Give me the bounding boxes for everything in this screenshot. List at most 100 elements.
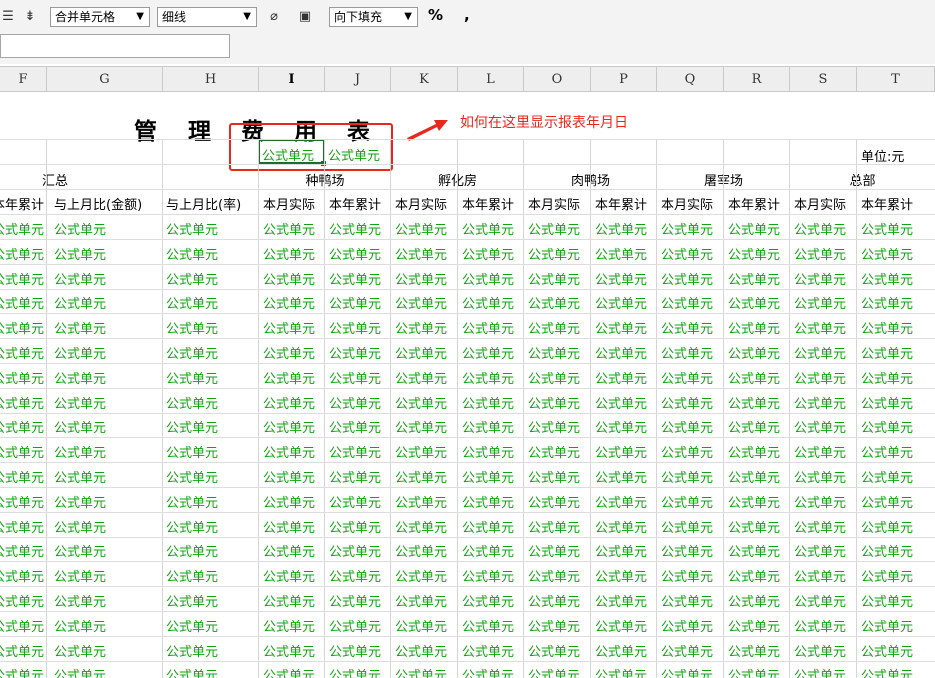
- formula-cell[interactable]: 公式单元: [462, 368, 514, 387]
- formula-cell[interactable]: 公式单元: [528, 219, 580, 238]
- formula-cell[interactable]: 公式单元: [395, 318, 447, 337]
- formula-cell[interactable]: 公式单元: [595, 492, 647, 511]
- formula-cell[interactable]: 公式单元: [794, 566, 846, 585]
- formula-cell[interactable]: 公式单元: [166, 244, 218, 263]
- formula-cell[interactable]: 公式单元: [395, 541, 447, 560]
- merge-cells-select[interactable]: 合并单元格 ▼: [50, 7, 150, 27]
- formula-cell[interactable]: 公式单元: [528, 293, 580, 312]
- formula-cell[interactable]: 公式单元: [794, 492, 846, 511]
- formula-cell[interactable]: 公式单元: [329, 393, 381, 412]
- formula-cell[interactable]: 公式单元: [54, 641, 106, 660]
- formula-cell[interactable]: 公式单元: [0, 417, 44, 436]
- formula-cell[interactable]: 公式单元: [395, 393, 447, 412]
- formula-cell[interactable]: 公式单元: [661, 467, 713, 486]
- formula-cell[interactable]: 公式单元: [395, 665, 447, 678]
- formula-cell[interactable]: 公式单元: [0, 566, 44, 585]
- formula-cell[interactable]: 公式单元: [861, 219, 913, 238]
- column-header[interactable]: R: [724, 67, 790, 92]
- formula-cell[interactable]: 公式单元: [728, 541, 780, 560]
- formula-cell[interactable]: 公式单元: [528, 269, 580, 288]
- formula-cell[interactable]: 公式单元: [54, 368, 106, 387]
- formula-cell[interactable]: 公式单元: [728, 293, 780, 312]
- formula-cell[interactable]: 公式单元: [263, 368, 315, 387]
- formula-cell[interactable]: 公式单元: [329, 442, 381, 461]
- formula-cell[interactable]: 公式单元: [0, 517, 44, 536]
- formula-cell[interactable]: 公式单元: [728, 517, 780, 536]
- formula-cell[interactable]: 公式单元: [861, 492, 913, 511]
- formula-cell[interactable]: 公式单元: [528, 492, 580, 511]
- formula-cell[interactable]: 公式单元: [462, 343, 514, 362]
- formula-cell[interactable]: 公式单元: [395, 293, 447, 312]
- formula-cell[interactable]: 公式单元: [462, 566, 514, 585]
- formula-cell[interactable]: 公式单元: [462, 641, 514, 660]
- column-header[interactable]: P: [591, 67, 657, 92]
- column-header[interactable]: K: [391, 67, 458, 92]
- formula-cell[interactable]: 公式单元: [528, 368, 580, 387]
- formula-cell[interactable]: 公式单元: [54, 467, 106, 486]
- formula-cell[interactable]: 公式单元: [528, 442, 580, 461]
- formula-cell[interactable]: 公式单元: [263, 393, 315, 412]
- formula-cell[interactable]: 公式单元: [263, 318, 315, 337]
- formula-cell[interactable]: 公式单元: [661, 368, 713, 387]
- formula-cell[interactable]: 公式单元: [0, 219, 44, 238]
- formula-cell[interactable]: 公式单元: [395, 368, 447, 387]
- formula-cell[interactable]: 公式单元: [794, 343, 846, 362]
- formula-cell[interactable]: 公式单元: [528, 467, 580, 486]
- formula-cell[interactable]: 公式单元: [728, 467, 780, 486]
- formula-cell[interactable]: 公式单元: [395, 492, 447, 511]
- fill-direction-select[interactable]: 向下填充 ▼: [329, 7, 418, 27]
- formula-cell[interactable]: 公式单元: [861, 591, 913, 610]
- formula-cell[interactable]: 公式单元: [329, 665, 381, 678]
- formula-cell[interactable]: 公式单元: [595, 541, 647, 560]
- paint-format-icon[interactable]: ▣: [297, 8, 313, 24]
- formula-cell[interactable]: 公式单元: [728, 269, 780, 288]
- formula-cell[interactable]: 公式单元: [263, 665, 315, 678]
- formula-cell[interactable]: 公式单元: [166, 417, 218, 436]
- formula-cell[interactable]: 公式单元: [0, 591, 44, 610]
- formula-cell[interactable]: 公式单元: [528, 665, 580, 678]
- formula-cell[interactable]: 公式单元: [166, 293, 218, 312]
- formula-cell[interactable]: 公式单元: [528, 393, 580, 412]
- formula-cell[interactable]: 公式单元: [54, 269, 106, 288]
- formula-cell[interactable]: 公式单元: [462, 318, 514, 337]
- formula-cell[interactable]: 公式单元: [329, 467, 381, 486]
- formula-cell[interactable]: 公式单元: [528, 566, 580, 585]
- formula-cell[interactable]: 公式单元: [329, 566, 381, 585]
- formula-cell[interactable]: 公式单元: [861, 244, 913, 263]
- formula-cell[interactable]: 公式单元: [661, 269, 713, 288]
- formula-cell[interactable]: 公式单元: [528, 417, 580, 436]
- formula-cell[interactable]: 公式单元: [462, 219, 514, 238]
- formula-cell[interactable]: 公式单元: [794, 417, 846, 436]
- formula-cell[interactable]: 公式单元: [0, 343, 44, 362]
- formula-cell[interactable]: 公式单元: [661, 318, 713, 337]
- formula-cell[interactable]: 公式单元: [595, 566, 647, 585]
- formula-cell[interactable]: 公式单元: [166, 641, 218, 660]
- formula-cell[interactable]: 公式单元: [728, 442, 780, 461]
- formula-cell[interactable]: 公式单元: [462, 293, 514, 312]
- formula-cell[interactable]: 公式单元: [728, 417, 780, 436]
- formula-cell[interactable]: 公式单元: [0, 293, 44, 312]
- formula-cell[interactable]: 公式单元: [528, 541, 580, 560]
- percent-button[interactable]: %: [428, 6, 443, 24]
- formula-cell[interactable]: 公式单元: [54, 393, 106, 412]
- align-icon[interactable]: ☰: [0, 8, 16, 24]
- formula-cell[interactable]: 公式单元: [861, 318, 913, 337]
- formula-cell[interactable]: 公式单元: [595, 368, 647, 387]
- formula-cell[interactable]: 公式单元: [263, 566, 315, 585]
- formula-cell[interactable]: 公式单元: [263, 343, 315, 362]
- formula-cell[interactable]: 公式单元: [54, 442, 106, 461]
- formula-cell[interactable]: 公式单元: [166, 467, 218, 486]
- formula-cell[interactable]: 公式单元: [0, 641, 44, 660]
- formula-cell[interactable]: 公式单元: [794, 665, 846, 678]
- formula-cell[interactable]: 公式单元: [595, 244, 647, 263]
- formula-cell[interactable]: 公式单元: [263, 467, 315, 486]
- formula-cell[interactable]: 公式单元: [329, 492, 381, 511]
- formula-cell[interactable]: 公式单元: [395, 641, 447, 660]
- formula-cell[interactable]: 公式单元: [166, 368, 218, 387]
- formula-cell[interactable]: 公式单元: [794, 442, 846, 461]
- formula-cell[interactable]: 公式单元: [595, 467, 647, 486]
- formula-cell[interactable]: 公式单元: [329, 517, 381, 536]
- formula-cell[interactable]: 公式单元: [794, 541, 846, 560]
- formula-cell[interactable]: 公式单元: [728, 318, 780, 337]
- formula-cell[interactable]: 公式单元: [395, 591, 447, 610]
